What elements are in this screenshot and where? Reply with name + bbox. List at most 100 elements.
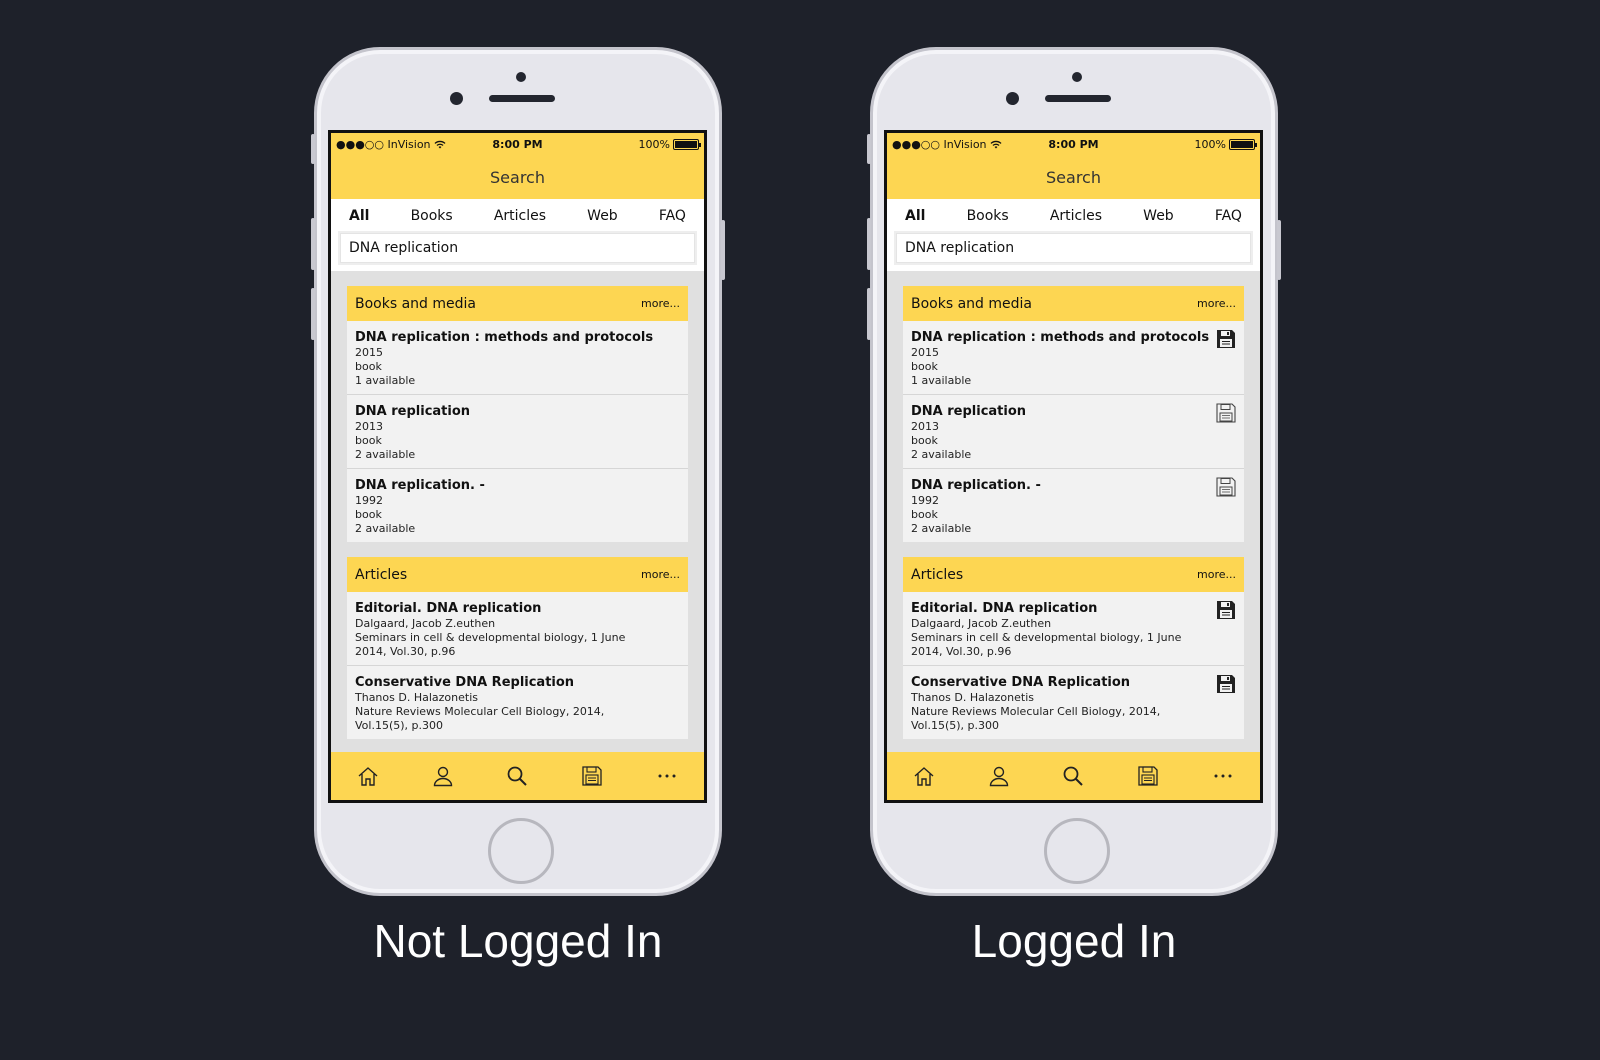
list-item[interactable]: DNA replication 2013 book 2 available [903, 395, 1244, 469]
nav-title: Search [887, 155, 1260, 199]
phone-frame: ●●●○○ InVision 8:00 PM 100% Search All B… [311, 47, 725, 896]
volume-down-button [311, 288, 315, 340]
saved-floppy-icon[interactable] [1216, 674, 1236, 694]
tab-all[interactable]: All [905, 208, 925, 224]
tab-books[interactable]: Books [411, 208, 453, 224]
screen: ●●●○○ InVision 8:00 PM 100% Search All B… [328, 130, 707, 803]
battery-percent: 100% [1194, 137, 1226, 151]
more-link[interactable]: more... [1197, 568, 1236, 581]
list-item[interactable]: Editorial. DNA replication Dalgaard, Jac… [903, 592, 1244, 666]
tab-web[interactable]: Web [587, 208, 618, 224]
item-title: Editorial. DNA replication [355, 601, 542, 616]
search-input[interactable] [896, 233, 1251, 263]
list-item[interactable]: DNA replication 2013 book 2 available [347, 395, 688, 469]
status-time: 8:00 PM [1048, 137, 1099, 151]
saved-icon[interactable] [579, 763, 605, 789]
list-item[interactable]: Conservative DNA Replication Thanos D. H… [347, 666, 688, 739]
unsaved-floppy-icon[interactable] [1216, 403, 1236, 423]
tab-web[interactable]: Web [1143, 208, 1174, 224]
tab-all[interactable]: All [349, 208, 369, 224]
tab-bar [331, 752, 704, 800]
item-title: DNA replication. - [911, 478, 1041, 493]
list-item[interactable]: DNA replication : methods and protocols … [347, 321, 688, 395]
item-year: 2015 [911, 346, 939, 359]
home-button[interactable] [488, 818, 554, 884]
item-availability: 2 available [911, 522, 972, 535]
tab-articles[interactable]: Articles [494, 208, 546, 224]
item-availability: 1 available [355, 374, 416, 387]
search-icon[interactable] [1060, 763, 1086, 789]
list-item[interactable]: DNA replication. - 1992 book 2 available [347, 469, 688, 542]
item-year: 2015 [355, 346, 383, 359]
status-time: 8:00 PM [492, 137, 543, 151]
item-title: Conservative DNA Replication [911, 675, 1131, 690]
home-icon[interactable] [911, 763, 937, 789]
more-link[interactable]: more... [641, 297, 680, 310]
item-author: Thanos D. Halazonetis [911, 691, 1034, 704]
item-year: 1992 [911, 494, 939, 507]
item-author: Thanos D. Halazonetis [355, 691, 478, 704]
profile-icon[interactable] [430, 763, 456, 789]
section-title: Articles [355, 566, 408, 583]
saved-floppy-icon[interactable] [1216, 600, 1236, 620]
item-year: 2013 [911, 420, 939, 433]
earpiece-speaker [489, 95, 555, 102]
search-tabs: All Books Articles Web FAQ [887, 199, 1260, 233]
item-source-cont: Vol.15(5), p.300 [911, 719, 999, 732]
item-author: Dalgaard, Jacob Z.euthen [911, 617, 1052, 630]
item-author: Dalgaard, Jacob Z.euthen [355, 617, 496, 630]
unsaved-floppy-icon[interactable] [1216, 477, 1236, 497]
item-title: DNA replication : methods and protocols [355, 330, 654, 345]
item-source-cont: 2014, Vol.30, p.96 [911, 645, 1012, 658]
section-title: Articles [911, 566, 964, 583]
search-input[interactable] [340, 233, 695, 263]
section-title: Books and media [911, 295, 1032, 312]
item-title: DNA replication : methods and protocols [911, 330, 1210, 345]
articles-section: Articles more... Editorial. DNA replicati… [347, 557, 688, 739]
list-item[interactable]: DNA replication : methods and protocols … [903, 321, 1244, 395]
phone-logged-in: ●●●○○ InVision 8:00 PM 100% Search All B… [867, 47, 1281, 896]
item-year: 1992 [355, 494, 383, 507]
item-type: book [911, 508, 938, 521]
caption-not-logged-in: Not Logged In [373, 915, 663, 967]
home-icon[interactable] [355, 763, 381, 789]
volume-down-button [867, 288, 871, 340]
more-icon[interactable] [1210, 763, 1236, 789]
profile-icon[interactable] [986, 763, 1012, 789]
caption-logged-in: Logged In [971, 915, 1177, 967]
tab-faq[interactable]: FAQ [659, 208, 686, 224]
tab-articles[interactable]: Articles [1050, 208, 1102, 224]
item-availability: 2 available [911, 448, 972, 461]
carrier-label: ●●●○○ InVision [892, 137, 987, 151]
search-icon[interactable] [504, 763, 530, 789]
section-title: Books and media [355, 295, 476, 312]
item-type: book [355, 508, 382, 521]
tab-books[interactable]: Books [967, 208, 1009, 224]
item-title: DNA replication [911, 404, 1027, 419]
screen: ●●●○○ InVision 8:00 PM 100% Search All B… [884, 130, 1263, 803]
books-section: Books and media more... DNA replication :… [903, 286, 1244, 542]
item-type: book [911, 434, 938, 447]
status-bar: ●●●○○ InVision 8:00 PM 100% [331, 133, 704, 155]
saved-floppy-icon[interactable] [1216, 329, 1236, 349]
saved-icon[interactable] [1135, 763, 1161, 789]
home-button[interactable] [1044, 818, 1110, 884]
more-link[interactable]: more... [641, 568, 680, 581]
results-list[interactable]: Books and media more... DNA replication :… [331, 271, 704, 739]
item-source: Seminars in cell & developmental biology… [911, 631, 1182, 644]
item-title: Editorial. DNA replication [911, 601, 1098, 616]
more-link[interactable]: more... [1197, 297, 1236, 310]
item-type: book [911, 360, 938, 373]
item-title: DNA replication. - [355, 478, 485, 493]
item-title: Conservative DNA Replication [355, 675, 575, 690]
more-icon[interactable] [654, 763, 680, 789]
articles-section: Articles more... Editorial. DNA replicati… [903, 557, 1244, 739]
list-item[interactable]: DNA replication. - 1992 book 2 available [903, 469, 1244, 542]
item-type: book [355, 434, 382, 447]
battery-percent: 100% [638, 137, 670, 151]
list-item[interactable]: Conservative DNA Replication Thanos D. H… [903, 666, 1244, 739]
carrier-label: ●●●○○ InVision [336, 137, 431, 151]
tab-faq[interactable]: FAQ [1215, 208, 1242, 224]
list-item[interactable]: Editorial. DNA replication Dalgaard, Jac… [347, 592, 688, 666]
results-list[interactable]: Books and media more... DNA replication :… [887, 271, 1260, 739]
